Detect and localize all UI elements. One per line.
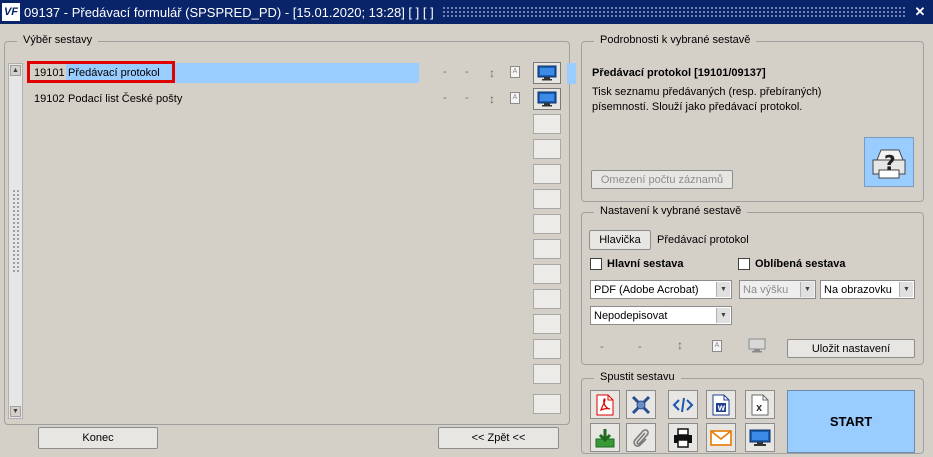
orientation-select[interactable]: Na výšku ▼ <box>739 280 816 299</box>
output-select[interactable]: Na obrazovku ▼ <box>820 280 915 299</box>
dash-text: - <box>465 66 469 78</box>
details-heading: Předávací protokol [19101/09137] <box>592 67 766 79</box>
run-xml-button[interactable] <box>668 390 698 419</box>
favorite-report-checkbox[interactable] <box>738 258 750 270</box>
run-compass-button[interactable] <box>626 390 656 419</box>
signature-value: Nepodepisovat <box>594 309 668 322</box>
monitor-icon <box>537 65 557 81</box>
empty-row-button[interactable] <box>533 239 561 259</box>
empty-row-button[interactable] <box>533 339 561 359</box>
back-button[interactable]: << Zpět << <box>438 427 559 449</box>
excel-icon: X <box>751 394 769 415</box>
details-legend: Podrobnosti k vybrané sestavě <box>594 34 757 46</box>
main-report-label: Hlavní sestava <box>607 258 684 270</box>
chevron-down-icon: ▼ <box>800 282 814 297</box>
pdf-icon: A <box>712 340 722 352</box>
details-description-line1: Tisk seznamu předávaných (resp. přebíran… <box>592 86 822 98</box>
details-description-line2: písemností. Slouží jako předávací protok… <box>592 101 803 113</box>
orientation-icon: ↕ <box>489 92 495 106</box>
paperclip-icon <box>633 428 649 447</box>
empty-row-button[interactable] <box>533 189 561 209</box>
code-icon <box>672 397 694 412</box>
dash-text: - <box>638 341 642 353</box>
report-row-19102[interactable]: 19102 Podací list České pošty <box>30 89 182 109</box>
pdf-icon <box>596 394 614 415</box>
report-code: 19102 <box>34 93 65 105</box>
konec-button[interactable]: Konec <box>38 427 158 449</box>
svg-text:W: W <box>718 404 726 412</box>
run-print-button[interactable] <box>668 423 698 452</box>
run-pdf-button[interactable] <box>590 390 620 419</box>
report-selection-legend: Výběr sestavy <box>17 34 99 46</box>
save-settings-button[interactable]: Uložit nastavení <box>787 339 915 358</box>
format-value: PDF (Adobe Acrobat) <box>594 283 699 296</box>
title-bar: VF 09137 - Předávací formulář (SPSPRED_P… <box>0 0 933 24</box>
empty-row-button[interactable] <box>533 314 561 334</box>
empty-row-button[interactable] <box>533 394 561 414</box>
empty-row-button[interactable] <box>533 164 561 184</box>
empty-row-button[interactable] <box>533 139 561 159</box>
scroll-up-icon[interactable]: ▲ <box>10 65 21 76</box>
help-printer-icon[interactable]: ? <box>864 137 914 187</box>
app-logo: VF <box>2 3 20 21</box>
format-select[interactable]: PDF (Adobe Acrobat) ▼ <box>590 280 732 299</box>
empty-row-button[interactable] <box>533 264 561 284</box>
output-value: Na obrazovku <box>824 283 892 296</box>
start-button[interactable]: START <box>787 390 915 453</box>
monitor-icon <box>748 338 766 353</box>
empty-row-button[interactable] <box>533 114 561 134</box>
run-legend: Spustit sestavu <box>594 371 681 383</box>
monitor-icon <box>749 429 771 446</box>
chevron-down-icon: ▼ <box>899 282 913 297</box>
run-word-button[interactable]: W <box>706 390 736 419</box>
highlight-box <box>27 61 175 83</box>
orientation-value: Na výšku <box>743 283 789 296</box>
dash-text: - <box>465 92 469 104</box>
chevron-down-icon: ▼ <box>716 308 730 323</box>
close-icon[interactable]: ✕ <box>913 4 927 20</box>
run-excel-button[interactable]: X <box>745 390 775 419</box>
compass-icon <box>631 395 651 414</box>
report-list-scrollbar[interactable]: ▲ ▼ <box>8 63 23 419</box>
scroll-down-icon[interactable]: ▼ <box>10 406 21 417</box>
limit-records-button[interactable]: Omezení počtu záznamů <box>591 170 733 189</box>
printer-icon <box>674 427 692 448</box>
run-attach-button[interactable] <box>626 423 656 452</box>
signature-select[interactable]: Nepodepisovat ▼ <box>590 306 732 325</box>
monitor-icon <box>537 91 557 107</box>
scroll-grip[interactable] <box>12 189 19 274</box>
empty-row-button[interactable] <box>533 364 561 384</box>
favorite-report-label: Oblíbená sestava <box>755 258 846 270</box>
pdf-icon: A <box>510 92 520 104</box>
download-icon <box>595 428 615 447</box>
svg-text:X: X <box>756 404 763 413</box>
run-email-button[interactable] <box>706 423 736 452</box>
word-icon: W <box>712 394 730 415</box>
window-title: 09137 - Předávací formulář (SPSPRED_PD) … <box>24 4 434 20</box>
dash-text: - <box>443 66 447 78</box>
dash-text: - <box>600 341 604 353</box>
pdf-icon: A <box>510 66 520 78</box>
title-bar-drag-area[interactable] <box>441 6 905 18</box>
header-button[interactable]: Hlavička <box>589 230 651 250</box>
screen-output-button[interactable] <box>533 88 561 110</box>
report-name: Podací list České pošty <box>68 93 183 105</box>
chevron-down-icon: ▼ <box>716 282 730 297</box>
dash-text: - <box>443 92 447 104</box>
svg-text:?: ? <box>884 151 896 175</box>
run-export-button[interactable] <box>590 423 620 452</box>
screen-output-button[interactable] <box>533 62 561 84</box>
header-value: Předávací protokol <box>657 234 749 246</box>
run-screen-button[interactable] <box>745 423 775 452</box>
settings-legend: Nastavení k vybrané sestavě <box>594 205 748 217</box>
orientation-icon: ↕ <box>489 66 495 80</box>
main-report-checkbox[interactable] <box>590 258 602 270</box>
orientation-icon: ↕ <box>677 338 683 352</box>
envelope-icon <box>710 429 732 446</box>
row-selection-marker <box>567 63 576 84</box>
empty-row-button[interactable] <box>533 214 561 234</box>
empty-row-button[interactable] <box>533 289 561 309</box>
